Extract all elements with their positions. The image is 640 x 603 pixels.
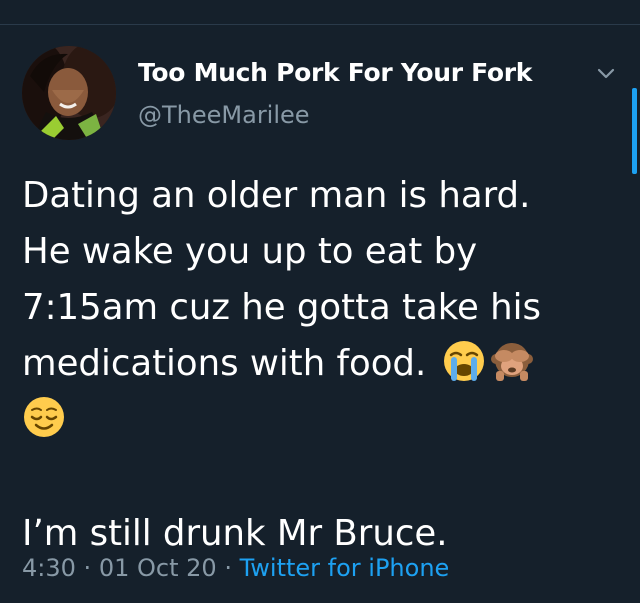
see-no-evil-monkey-emoji (490, 343, 533, 381)
tweet-line: medications with food. (22, 343, 427, 384)
meta-separator: · (83, 554, 92, 582)
chevron-down-icon[interactable] (594, 64, 618, 84)
tweet-line-with-emoji: medications with food. (22, 336, 622, 392)
avatar[interactable] (22, 46, 116, 140)
tweet-emoji-line (22, 392, 622, 448)
tweet-time[interactable]: 4:30 (22, 554, 76, 582)
tweet-line: He wake you up to eat by (22, 231, 478, 272)
scrollbar-thumb[interactable] (632, 88, 637, 174)
tweet-line: 7:15am cuz he gotta take his (22, 287, 541, 328)
tweet-line: Dating an older man is hard. (22, 175, 531, 216)
relieved-face-emoji (24, 397, 64, 437)
meta-separator: · (224, 554, 232, 582)
avatar-image (22, 46, 116, 140)
tweet-date[interactable]: 01 Oct 20 (99, 554, 217, 582)
display-name[interactable]: Too Much Pork For Your Fork (138, 58, 532, 87)
tweet-meta: 4:30 · 01 Oct 20 · Twitter for iPhone (22, 554, 449, 582)
loudly-crying-face-emoji (443, 341, 484, 381)
tweet-text: Dating an older man is hard. He wake you… (22, 168, 622, 562)
tweet-source-link[interactable]: Twitter for iPhone (240, 554, 450, 582)
user-handle[interactable]: @TheeMarilee (138, 101, 310, 129)
top-divider (0, 24, 640, 25)
